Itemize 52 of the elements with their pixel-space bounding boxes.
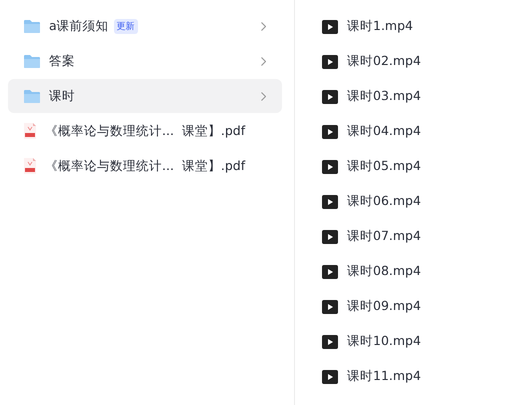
video-file-icon (322, 160, 338, 174)
video-file-item[interactable]: 课时10.mp4 (322, 324, 526, 359)
item-name: 课时04.mp4 (347, 123, 421, 140)
video-file-item[interactable]: 课时09.mp4 (322, 289, 526, 324)
item-name: 答案 (49, 52, 75, 70)
folder-icon (23, 18, 41, 34)
folder-icon (23, 88, 41, 104)
item-name: 《概率论与数理统计... 课堂】.pdf (45, 122, 246, 140)
video-file-icon (322, 90, 338, 104)
item-name: 课时06.mp4 (347, 193, 421, 210)
file-item[interactable]: 《概率论与数理统计... 课堂】.pdf (8, 114, 282, 148)
update-badge: 更新 (114, 18, 138, 34)
item-name: 课时1.mp4 (347, 18, 413, 35)
video-file-item[interactable]: 课时03.mp4 (322, 79, 526, 114)
video-file-item[interactable]: 课时07.mp4 (322, 219, 526, 254)
folder-item[interactable]: 答案 (8, 44, 282, 78)
video-file-icon (322, 300, 338, 314)
chevron-right-icon (261, 56, 266, 66)
item-name: 课时 (49, 88, 75, 104)
video-file-icon (322, 370, 338, 384)
video-file-item[interactable]: 课时04.mp4 (322, 114, 526, 149)
video-file-icon (322, 194, 338, 208)
item-name: 课时07.mp4 (347, 228, 421, 245)
video-file-item[interactable]: 课时06.mp4 (322, 184, 526, 219)
item-name: 课时09.mp4 (347, 298, 421, 315)
pdf-file-icon (23, 122, 37, 140)
folder-item[interactable]: 课时 (8, 79, 282, 113)
file-item[interactable]: 《概率论与数理统计... 课堂】.pdf (8, 149, 282, 183)
item-name: 课时08.mp4 (347, 263, 421, 280)
video-file-icon (322, 54, 338, 68)
folder-item[interactable]: a课前须知 更新 (8, 9, 282, 43)
video-file-item[interactable]: 课时1.mp4 (322, 9, 526, 44)
folder-icon (23, 54, 41, 68)
video-file-icon (322, 264, 338, 278)
video-file-item[interactable]: 课时05.mp4 (322, 149, 526, 184)
video-file-item[interactable]: 课时02.mp4 (322, 44, 526, 79)
chevron-right-icon (261, 92, 266, 100)
chevron-right-icon (261, 22, 266, 30)
item-name: a课前须知 (49, 18, 109, 34)
video-file-icon (322, 124, 338, 138)
video-file-icon (322, 334, 338, 348)
pdf-file-icon (23, 157, 37, 175)
video-file-item[interactable]: 课时11.mp4 (322, 359, 526, 394)
video-file-item[interactable]: 课时08.mp4 (322, 254, 526, 289)
item-name: 课时02.mp4 (347, 53, 421, 70)
item-name: 课时05.mp4 (347, 158, 421, 175)
item-name: 课时11.mp4 (347, 368, 421, 385)
video-file-icon (322, 20, 338, 34)
video-file-icon (322, 230, 338, 244)
item-name: 课时10.mp4 (347, 333, 421, 350)
item-name: 课时03.mp4 (347, 88, 421, 105)
item-name: 《概率论与数理统计... 课堂】.pdf (45, 158, 246, 174)
